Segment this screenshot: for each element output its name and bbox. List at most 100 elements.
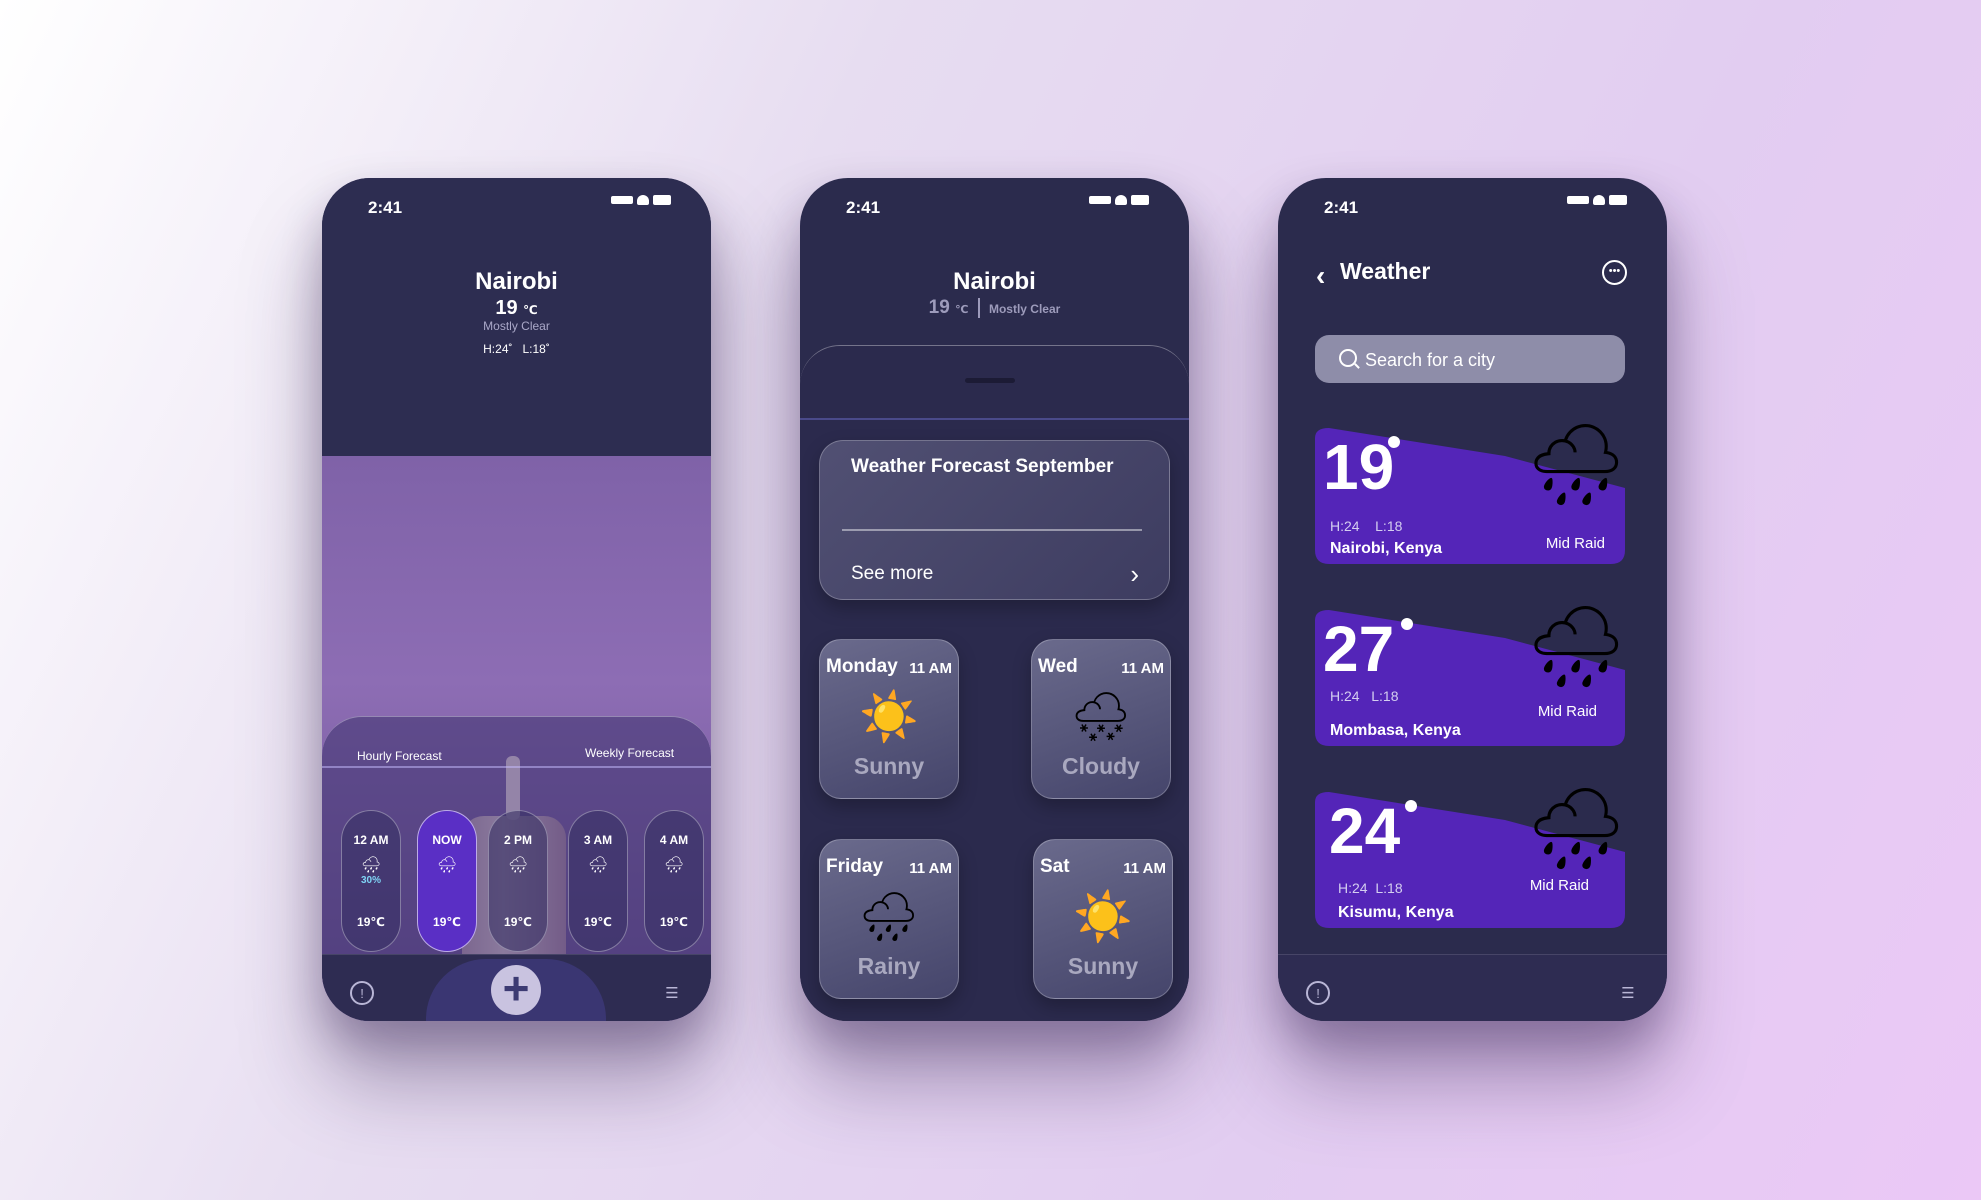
tab-weekly-forecast[interactable]: Weekly Forecast (585, 746, 674, 760)
high-low: H:24˚ L:18˚ (322, 342, 711, 356)
day-name: Sat (1040, 856, 1070, 877)
search-input[interactable]: Search for a city (1315, 335, 1625, 383)
day-name: Friday (826, 856, 884, 877)
hour-temp: 19℃ (660, 915, 688, 929)
precip-chance: 30% (360, 875, 381, 886)
plus-icon[interactable]: + (491, 965, 541, 1015)
hour-temp: 19℃ (357, 915, 385, 929)
day-card[interactable]: Wed 11 AM 🌨 Cloudy (1031, 639, 1171, 799)
cloud-rain-icon: 🌧 (360, 857, 382, 874)
search-icon (1339, 349, 1357, 367)
hour-card[interactable]: 4 AM 🌧 19℃ (644, 810, 704, 952)
city-name: Mombasa, Kenya (1330, 722, 1461, 739)
add-button-base: + (426, 959, 606, 1021)
high-low: H:24 L:18 (1330, 518, 1402, 534)
day-time: 11 AM (1121, 660, 1164, 677)
monthly-forecast-card[interactable]: Weather Forecast September See more › (819, 440, 1170, 600)
card-divider (842, 529, 1142, 531)
hour-time: 4 AM (659, 833, 689, 847)
high-temp: H:24˚ (483, 342, 513, 356)
tab-hourly-forecast[interactable]: Hourly Forecast (357, 749, 442, 763)
cloud-rain-moon-icon: 🌧 (1525, 602, 1627, 691)
high-temp: H:24 (1338, 880, 1368, 896)
hour-card[interactable]: 2 PM 🌧 19℃ (488, 810, 548, 952)
list-icon[interactable]: ☰ (661, 983, 683, 1005)
status-icons (611, 195, 671, 205)
wifi-icon (637, 195, 649, 205)
high-low: H:24 L:18 (1330, 688, 1399, 704)
low-temp: L:18 (1375, 518, 1403, 534)
cloud-rain-icon: 🌧 (858, 891, 920, 944)
see-more-link[interactable]: See more (851, 563, 933, 585)
wifi-icon (1115, 195, 1127, 205)
cloud-rain-icon: 🌧 (436, 857, 458, 874)
city-card[interactable]: 24 H:24 L:18 Kisumu, Kenya Mid Raid 🌧 (1315, 784, 1627, 928)
day-condition: Cloudy (1062, 753, 1140, 779)
degree-icon (1405, 800, 1417, 812)
list-icon[interactable]: ☰ (1617, 983, 1639, 1005)
sun-icon: ☀️ (859, 691, 919, 744)
day-card[interactable]: Sat 11 AM ☀️ Sunny (1033, 839, 1173, 999)
info-icon[interactable]: ! (350, 981, 374, 1005)
temp-value: 19 (495, 297, 518, 319)
hour-card[interactable]: 12 AM 🌧 30% 19℃ (341, 810, 401, 952)
chevron-right-icon[interactable]: › (1130, 559, 1139, 590)
city-condition: Mid Raid (1529, 877, 1589, 894)
city-condition: Mid Raid (1537, 703, 1597, 720)
day-condition: Sunny (1067, 953, 1139, 979)
city-name: Nairobi (475, 268, 558, 295)
condition-text: Mostly Clear (483, 319, 550, 333)
day-name: Monday (826, 656, 898, 677)
search-placeholder: Search for a city (1365, 350, 1496, 370)
forecast-tabs: Hourly Forecast Weekly Forecast (322, 744, 711, 768)
condition-text: Mostly Clear (988, 302, 1061, 316)
hour-temp: 19℃ (584, 915, 612, 929)
city-card[interactable]: 27 H:24 L:18 Mombasa, Kenya Mid Raid 🌧 (1315, 602, 1627, 746)
sheet-handle[interactable] (965, 378, 1015, 383)
status-time: 2:41 (368, 198, 403, 217)
status-icons (1567, 195, 1627, 205)
city-temp: 27 (1323, 613, 1395, 685)
info-icon[interactable]: ! (1306, 981, 1330, 1005)
phone-home-screen: 2:41 Nairobi 19 ℃ Mostly Clear H:24˚ L:1… (322, 178, 711, 1021)
day-card[interactable]: Monday 11 AM ☀️ Sunny (819, 639, 959, 799)
day-time: 11 AM (909, 860, 952, 877)
tab-divider (322, 766, 711, 768)
cloud-rain-moon-icon: 🌧 (1525, 784, 1627, 873)
page-title: Weather (1340, 258, 1431, 284)
city-name: Kisumu, Kenya (1338, 904, 1454, 921)
day-condition: Rainy (857, 953, 921, 979)
more-options-icon[interactable]: ••• (1602, 260, 1627, 285)
day-card[interactable]: Friday 11 AM 🌧 Rainy (819, 839, 959, 999)
phone-city-list-screen: 2:41 ‹ Weather ••• Search for a city 19 … (1278, 178, 1667, 1021)
temp-unit: ℃ (523, 303, 538, 317)
low-temp: L:18 (1371, 688, 1399, 704)
city-name: Nairobi, Kenya (1330, 540, 1443, 557)
hour-time: NOW (432, 833, 462, 847)
city-name: Nairobi (953, 268, 1036, 295)
low-temp: L:18 (1375, 880, 1403, 896)
day-name: Wed (1038, 656, 1078, 677)
temp-line: 19 ℃ Mostly Clear (800, 297, 1189, 319)
status-time: 2:41 (1324, 198, 1359, 217)
hour-time: 3 AM (583, 833, 613, 847)
bottom-nav: ! + ☰ (322, 954, 711, 1021)
bottom-nav: ! ☰ (1278, 954, 1667, 1021)
day-condition: Sunny (853, 753, 925, 779)
back-icon[interactable]: ‹ (1316, 260, 1325, 292)
city-condition: Mid Raid (1545, 535, 1605, 552)
hour-card[interactable]: 3 AM 🌧 19℃ (568, 810, 628, 952)
temp-unit: ℃ (955, 304, 969, 316)
high-temp: H:24 (1330, 518, 1360, 534)
temp-value: 19 (928, 297, 950, 318)
sun-icon: ☀️ (1073, 891, 1133, 944)
city-card[interactable]: 19 H:24 L:18 Nairobi, Kenya Mid Raid 🌧 (1315, 420, 1627, 564)
forecast-title: Weather Forecast September (851, 456, 1114, 477)
hour-card-now[interactable]: NOW 🌧 19℃ (417, 810, 477, 952)
signal-icon (611, 196, 633, 204)
hour-temp: 19℃ (504, 915, 532, 929)
degree-icon (1401, 618, 1413, 630)
sheet-divider (800, 418, 1189, 420)
signal-icon (1567, 196, 1589, 204)
cloud-rain-moon-icon: 🌧 (1525, 420, 1627, 509)
